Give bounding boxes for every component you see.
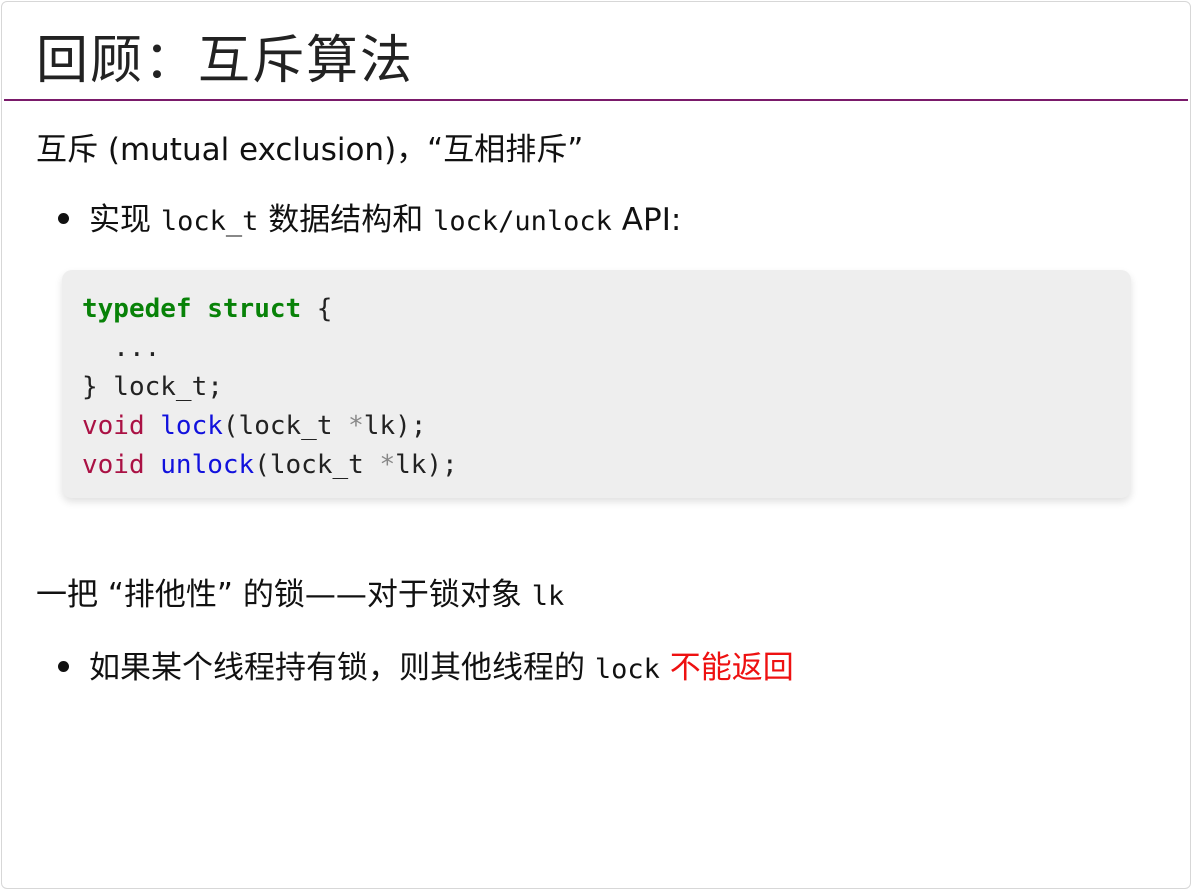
code-block: typedef struct { ... } lock_t; void lock… xyxy=(62,270,1131,498)
code-line5-args: (lock_t xyxy=(254,450,380,480)
code-fn-unlock: unlock xyxy=(160,450,255,480)
intro-paragraph: 互斥 (mutual exclusion)，“互相排斥” xyxy=(36,132,584,168)
code-line2: ... xyxy=(82,333,161,363)
bullet1-code-lock-t: lock_t xyxy=(160,206,259,237)
bullet-lock-cannot-return: 如果某个线程持有锁，则其他线程的 lock 不能返回 xyxy=(58,647,794,691)
bullet-implement-lock: 实现 lock_t 数据结构和 lock/unlock API: xyxy=(58,199,681,243)
bullet1-text-a: 实现 xyxy=(89,202,161,238)
bullet1-text-b: 数据结构和 xyxy=(258,202,434,238)
para2-text: 一把 “排他性” 的锁——对于锁对象 xyxy=(36,577,532,613)
title-underline xyxy=(4,99,1188,101)
code-listing: typedef struct { ... } lock_t; void lock… xyxy=(82,290,1111,485)
exclusive-lock-paragraph: 一把 “排他性” 的锁——对于锁对象 lk xyxy=(36,574,564,618)
code-type-void: void xyxy=(82,411,145,441)
bullet1-text-c: API: xyxy=(611,202,682,238)
code-type-void: void xyxy=(82,450,145,480)
bullet2-text: 如果某个线程持有锁，则其他线程的 xyxy=(89,650,595,686)
code-keyword-typedef: typedef xyxy=(82,294,192,324)
bullet1-code-lock-unlock: lock/unlock xyxy=(433,206,612,237)
bullet2-emphasis: 不能返回 xyxy=(659,650,794,686)
code-line4-args-end: lk); xyxy=(363,411,427,441)
slide: 回顾：互斥算法 互斥 (mutual exclusion)，“互相排斥” 实现 … xyxy=(1,1,1191,889)
slide-title: 回顾：互斥算法 xyxy=(36,31,415,91)
code-line3: } lock_t; xyxy=(82,372,223,402)
bullet-dot-icon xyxy=(58,661,69,672)
code-line5-args-end: lk); xyxy=(395,450,458,480)
code-pointer-star: * xyxy=(379,450,396,480)
code-keyword-struct: struct xyxy=(207,294,302,324)
para2-code-lk: lk xyxy=(531,581,565,612)
code-pointer-star: * xyxy=(348,411,364,441)
bullet2-code-lock: lock xyxy=(594,654,660,685)
code-line4-args: (lock_t xyxy=(222,411,349,441)
code-line1-rest: { xyxy=(301,294,333,324)
bullet-dot-icon xyxy=(58,213,69,224)
code-fn-lock: lock xyxy=(160,411,223,441)
